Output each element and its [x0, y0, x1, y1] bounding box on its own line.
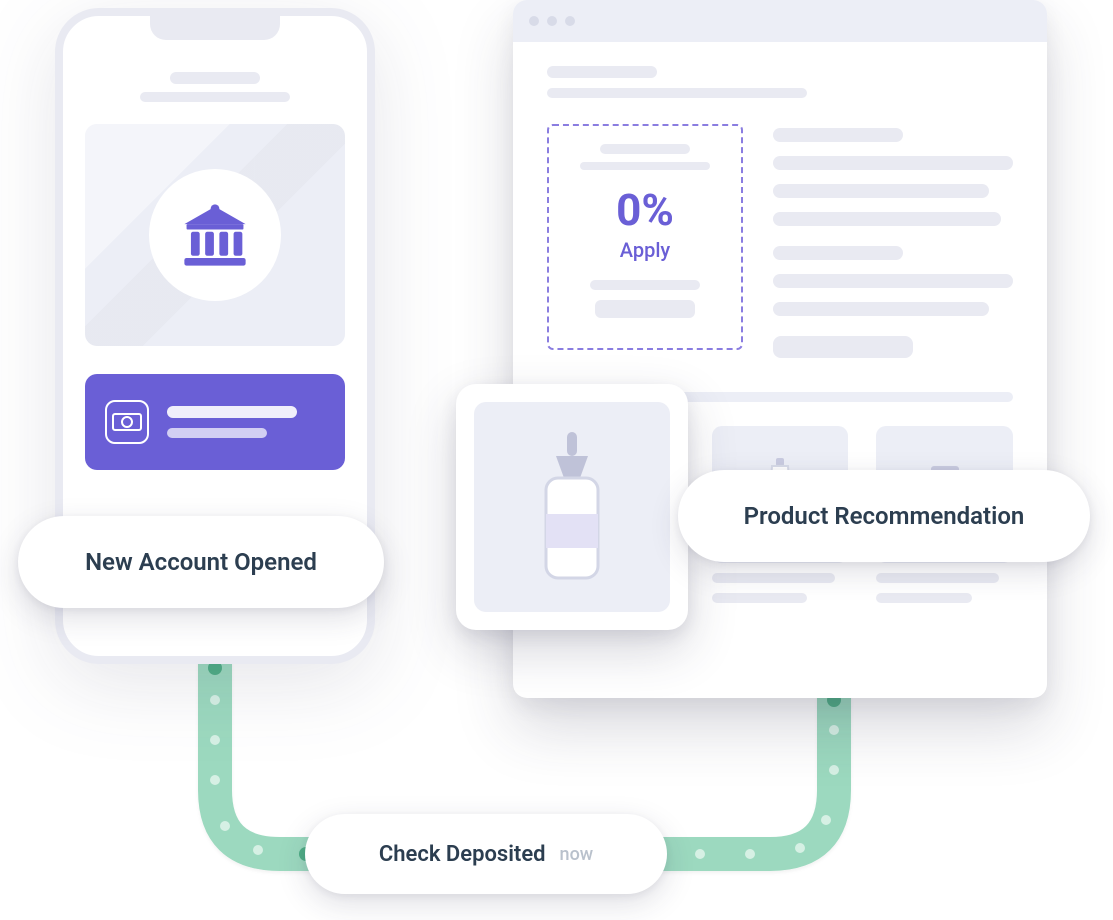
- phone-transaction-card: [85, 374, 345, 470]
- offer-box: 0% Apply: [547, 124, 743, 350]
- placeholder-bar: [167, 406, 297, 418]
- label-new-account: New Account Opened: [18, 516, 384, 608]
- placeholder-bar: [712, 573, 835, 583]
- dropper-bottle-icon: [532, 432, 612, 582]
- placeholder-bar: [590, 280, 700, 290]
- featured-product-card: [456, 384, 688, 630]
- placeholder-bar: [167, 428, 267, 438]
- offer-rate: 0%: [616, 188, 674, 232]
- label-product-recommendation: Product Recommendation: [678, 470, 1090, 562]
- window-dot-icon: [565, 16, 575, 26]
- cash-icon: [105, 400, 149, 444]
- offer-apply-label: Apply: [620, 238, 670, 262]
- window-dot-icon: [529, 16, 539, 26]
- label-text: New Account Opened: [85, 548, 317, 576]
- placeholder-bar: [547, 88, 807, 98]
- placeholder-bar: [712, 593, 808, 603]
- window-dot-icon: [547, 16, 557, 26]
- placeholder-bar: [876, 573, 999, 583]
- browser-titlebar: [513, 0, 1047, 42]
- label-time: now: [560, 844, 594, 865]
- label-check-deposited: Check Deposited now: [305, 814, 667, 894]
- bank-icon: [180, 200, 250, 270]
- label-text: Check Deposited: [379, 842, 546, 867]
- phone-notch: [150, 16, 280, 40]
- paragraph-placeholder: [773, 124, 1013, 358]
- placeholder-bar: [876, 593, 972, 603]
- placeholder-bar: [547, 66, 657, 78]
- placeholder-bar: [600, 144, 690, 154]
- placeholder-bar: [595, 300, 695, 318]
- placeholder-bar: [580, 162, 710, 170]
- placeholder-bar: [170, 72, 260, 84]
- placeholder-bar: [140, 92, 290, 102]
- phone-hero-card: [85, 124, 345, 346]
- bank-icon-circle: [149, 169, 281, 301]
- label-text: Product Recommendation: [744, 502, 1025, 530]
